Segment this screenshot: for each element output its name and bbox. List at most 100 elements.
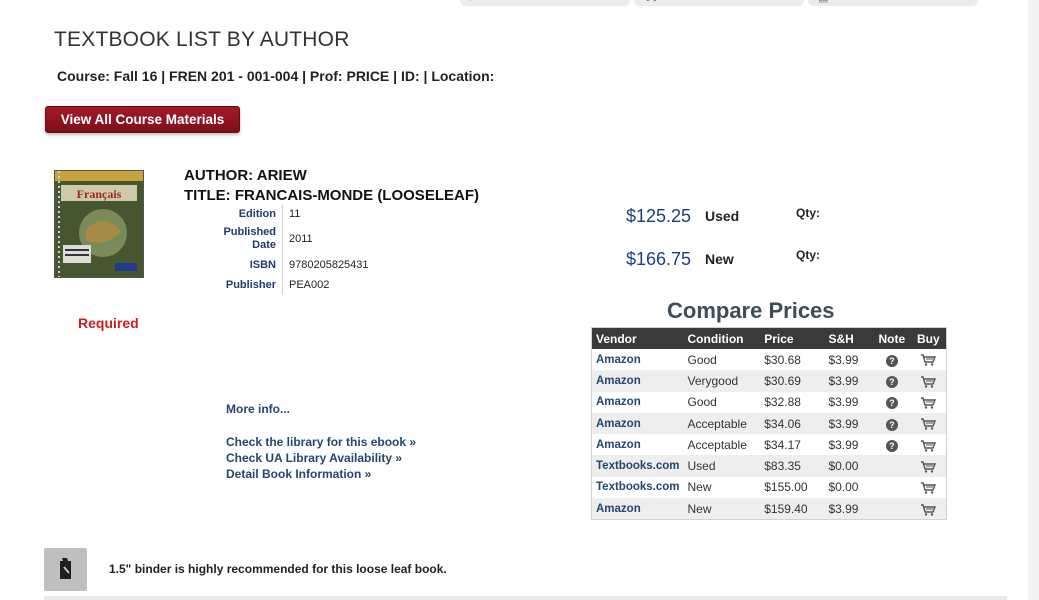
new-label: New [705, 251, 734, 267]
condition-cell: Verygood [683, 370, 761, 392]
section-divider [44, 596, 1007, 600]
shopping-cart-icon[interactable] [920, 418, 937, 431]
new-price[interactable]: $166.75 [626, 249, 691, 270]
library-ebook-link[interactable]: Check the library for this ebook » [226, 435, 416, 449]
question-circle-icon[interactable]: ? [885, 418, 898, 431]
condition-cell: Used [683, 455, 761, 477]
buy-cell [911, 477, 947, 498]
binder-clip-icon [44, 548, 87, 591]
vendor-link[interactable]: Amazon [592, 349, 684, 370]
shipping-cell: $3.99 [828, 352, 859, 367]
compare-row: Textbooks.com Used $83.35 $0.00 [591, 455, 947, 477]
shopping-cart-icon[interactable] [920, 354, 937, 367]
question-circle-icon[interactable]: ? [885, 397, 898, 410]
new-qty-label: Qty: [796, 248, 820, 262]
buy-cell [910, 412, 947, 435]
buy-cell [910, 455, 947, 477]
used-qty-label: Qty: [796, 206, 820, 220]
price-cell: $32.88 [764, 395, 801, 410]
compare-prices-table: Vendor Condition Price S&H Note Buy Amaz… [591, 327, 947, 521]
compare-row: Amazon Acceptable $34.06 $3.99? [591, 412, 947, 435]
price-cell: $34.06 [760, 412, 825, 435]
buy-cell [910, 370, 947, 392]
published-date-value: 2011 [289, 233, 313, 245]
compare-row: Amazon New $159.40 $3.99 [591, 498, 947, 520]
cart-icon: ⛟ [644, 0, 658, 4]
publisher-value: PEA002 [289, 279, 330, 291]
price-cell: $159.40 [760, 498, 825, 520]
ua-library-link[interactable]: Check UA Library Availability » [226, 451, 402, 465]
condition-cell: Acceptable [683, 412, 761, 435]
compare-row: Amazon Acceptable $34.17 $3.99? [592, 434, 947, 455]
compare-row: Amazon Verygood $30.69 $3.99? [591, 370, 947, 392]
vendor-link[interactable]: Amazon [592, 434, 684, 455]
edition-value: 11 [289, 208, 301, 220]
vendor-link[interactable]: Amazon [591, 412, 684, 435]
buy-cell [911, 392, 947, 413]
vendor-link[interactable]: Amazon [591, 370, 684, 392]
detail-book-info-link[interactable]: Detail Book Information » [226, 467, 371, 481]
question-circle-icon[interactable]: ? [885, 354, 898, 367]
vendor-link[interactable]: Amazon [591, 498, 684, 520]
used-label: Used [705, 208, 740, 224]
edition-label: Edition [205, 205, 283, 223]
shopping-cart-icon[interactable] [920, 503, 937, 516]
compare-row: Textbooks.com New $155.00 $0.00 [592, 477, 947, 498]
shipping-cell: $0.00 [824, 455, 874, 477]
condition-cell: Good [687, 395, 717, 410]
condition-cell: New [687, 480, 712, 495]
course-info: Course: Fall 16 | FREN 201 - 001-004 | P… [57, 68, 495, 84]
col-note: Note [873, 327, 911, 349]
top-tab-cart[interactable]: ⛟ [634, 0, 804, 6]
published-date-label: Published Date [205, 223, 283, 255]
condition-cell: Good [687, 352, 717, 367]
shipping-cell: $3.99 [828, 395, 859, 410]
shopping-cart-icon[interactable] [920, 439, 937, 452]
note-cell: ? [873, 349, 911, 370]
page-scroll-gutter [1028, 0, 1039, 600]
vendor-link[interactable]: Textbooks.com [592, 477, 684, 498]
price-cell: $30.69 [760, 370, 825, 392]
isbn-value: 9780205825431 [289, 259, 369, 271]
note-cell [873, 477, 911, 498]
top-tab-search[interactable]: ⌕ [460, 0, 630, 6]
buy-cell [911, 349, 947, 370]
buy-cell [911, 434, 947, 455]
shipping-cell: $0.00 [828, 480, 859, 495]
compare-row: Amazon Good $32.88 $3.99? [592, 392, 947, 413]
compare-prices-title: Compare Prices [667, 298, 835, 323]
question-circle-icon[interactable]: ? [885, 439, 898, 452]
col-price: Price [760, 327, 825, 349]
publisher-label: Publisher [205, 275, 283, 295]
shopping-cart-icon[interactable] [920, 461, 937, 473]
shopping-cart-icon[interactable] [920, 482, 937, 494]
question-circle-icon[interactable]: ? [885, 375, 898, 388]
note-cell: ? [873, 412, 911, 435]
required-badge: Required [78, 315, 139, 331]
top-tab-document[interactable]: ▤ [808, 0, 978, 6]
condition-cell: Acceptable [687, 437, 747, 452]
price-cell: $34.17 [764, 437, 801, 452]
book-title: TITLE: FRANCAIS-MONDE (LOOSELEAF) [184, 187, 479, 204]
page-title: TEXTBOOK LIST BY AUTHOR [54, 28, 350, 51]
more-info-link[interactable]: More info... [226, 402, 290, 416]
price-cell: $155.00 [764, 480, 808, 495]
shipping-cell: $3.99 [824, 498, 874, 520]
price-cell: $30.68 [764, 352, 801, 367]
price-cell: $83.35 [760, 455, 825, 477]
vendor-link[interactable]: Amazon [592, 392, 684, 413]
note-cell [873, 455, 911, 477]
binder-note-text: 1.5" binder is highly recommended for th… [109, 562, 447, 576]
view-all-course-materials-button[interactable]: View All Course Materials [45, 106, 240, 133]
shopping-cart-icon[interactable] [920, 397, 937, 409]
note-cell [873, 498, 911, 520]
compare-row: Amazon Good $30.68 $3.99? [592, 349, 947, 370]
vendor-link[interactable]: Textbooks.com [591, 455, 684, 477]
shopping-cart-icon[interactable] [920, 376, 937, 388]
used-price[interactable]: $125.25 [626, 206, 691, 227]
note-cell: ? [873, 434, 911, 455]
book-cover-image[interactable]: Français [54, 170, 144, 278]
book-details-table: Edition 11 Published Date 2011 ISBN 9780… [205, 205, 375, 295]
compare-header-row: Vendor Condition Price S&H Note Buy [591, 327, 947, 349]
shipping-cell: $3.99 [828, 437, 859, 452]
